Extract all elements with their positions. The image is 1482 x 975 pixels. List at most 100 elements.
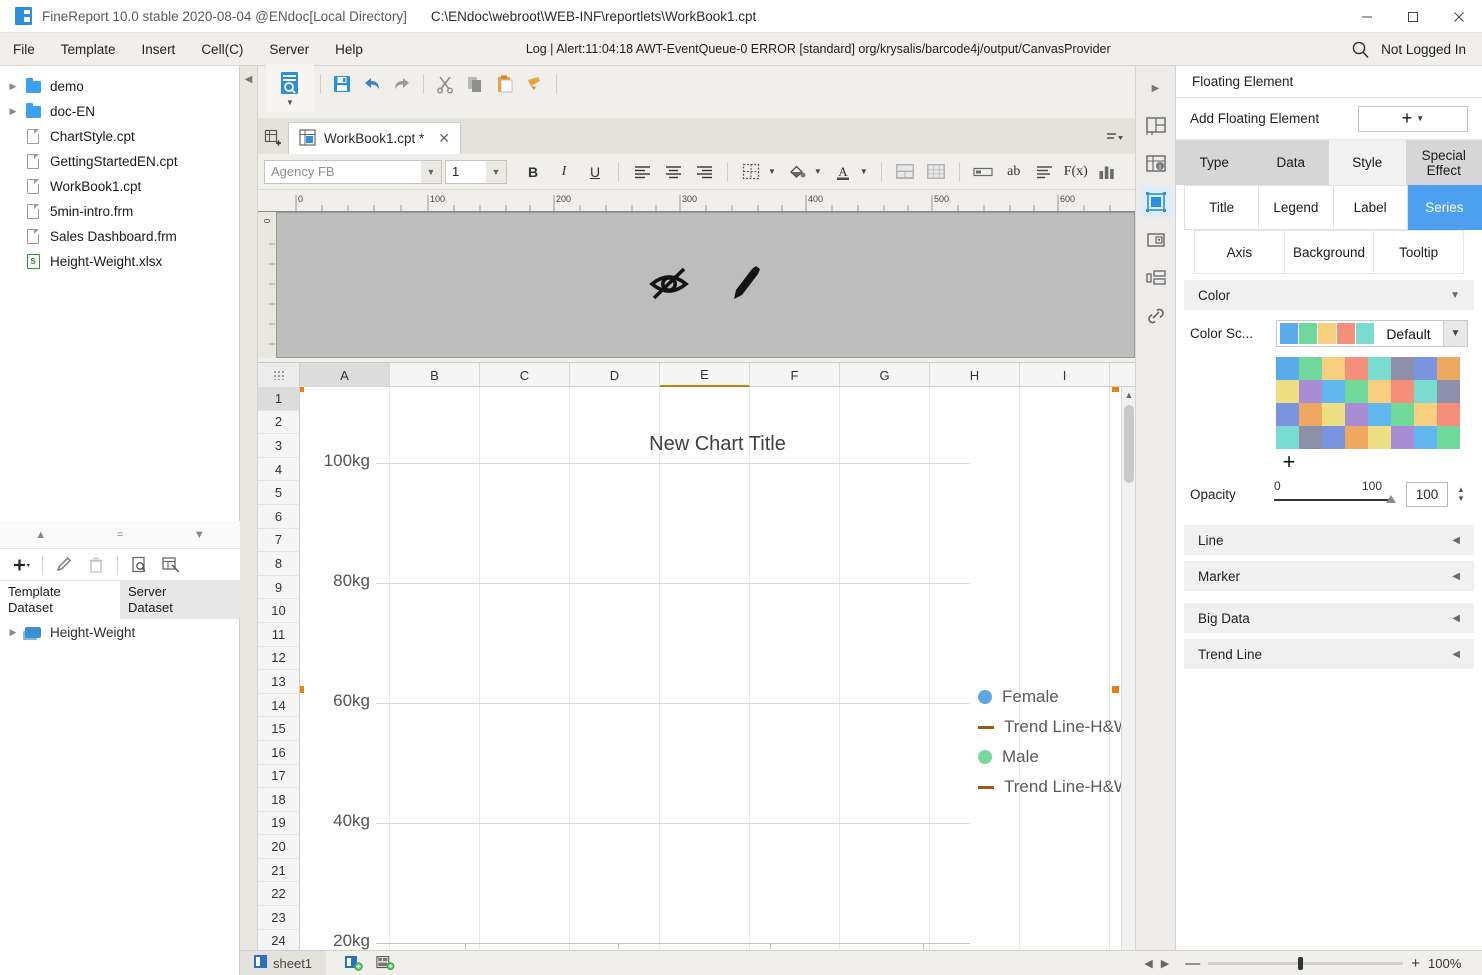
chart[interactable]: New Chart Title 100kg 80kg 60kg 40kg 20k… <box>300 387 1135 975</box>
tree-item-workbook1[interactable]: WorkBook1.cpt <box>0 174 239 199</box>
chevron-left-icon[interactable]: ◀ <box>1452 535 1460 546</box>
row-header[interactable]: 19 <box>258 812 299 836</box>
column-header-a[interactable]: A <box>300 363 390 387</box>
column-header-b[interactable]: B <box>390 363 480 387</box>
menu-insert[interactable]: Insert <box>129 33 189 66</box>
tab-label[interactable]: Label <box>1333 185 1408 230</box>
left-collapse-strip[interactable]: ◀ <box>240 66 258 975</box>
insert-textbox-icon[interactable] <box>969 159 997 185</box>
palette-swatch[interactable] <box>1391 357 1414 380</box>
nav-next-icon[interactable]: ▶ <box>1161 957 1169 970</box>
zoom-out-button[interactable]: — <box>1185 955 1200 972</box>
column-header-f[interactable]: F <box>750 363 840 387</box>
section-marker-header[interactable]: Marker ◀ <box>1184 561 1474 591</box>
preview-dataset-button[interactable] <box>124 551 154 579</box>
split-cells-icon[interactable] <box>922 159 950 185</box>
tree-item-demo[interactable]: ▶ demo <box>0 74 239 99</box>
search-icon[interactable] <box>1349 39 1371 61</box>
copy-icon[interactable] <box>460 69 490 99</box>
hyperlink-icon[interactable] <box>1140 300 1172 332</box>
undo-icon[interactable] <box>357 69 387 99</box>
legend-item-female[interactable]: Female <box>978 682 1130 712</box>
tree-item-chartstyle[interactable]: ChartStyle.cpt <box>0 124 239 149</box>
add-floating-element-button[interactable]: + ▼ <box>1358 105 1468 132</box>
align-right-icon[interactable] <box>690 159 718 185</box>
palette-swatch[interactable] <box>1276 426 1299 449</box>
sheet-tab-sheet1[interactable]: sheet1 <box>240 950 327 975</box>
paste-icon[interactable] <box>490 69 520 99</box>
chevron-right-icon[interactable]: ▶ <box>4 81 22 92</box>
row-header[interactable]: 1 <box>258 387 299 411</box>
cell-element-icon[interactable]: i <box>1140 148 1172 180</box>
row-header[interactable]: 23 <box>258 906 299 930</box>
pencil-edit-icon[interactable] <box>726 263 766 308</box>
tree-item-sales-dashboard[interactable]: Sales Dashboard.frm <box>0 224 239 249</box>
minimize-button[interactable] <box>1344 0 1390 33</box>
tree-item-gettingstarted[interactable]: GettingStartedEN.cpt <box>0 149 239 174</box>
font-color-icon[interactable]: A <box>829 159 857 185</box>
add-dashboard-sheet-icon[interactable] <box>376 954 396 972</box>
palette-swatch[interactable] <box>1299 380 1322 403</box>
bold-button[interactable]: B <box>519 159 547 185</box>
tab-style[interactable]: Style <box>1329 140 1406 185</box>
tab-series[interactable]: Series <box>1407 185 1482 230</box>
menu-cell[interactable]: Cell(C) <box>188 33 256 66</box>
palette-swatch[interactable] <box>1414 357 1437 380</box>
palette-swatch[interactable] <box>1437 357 1460 380</box>
color-scheme-select[interactable]: Default ▼ <box>1276 320 1468 347</box>
delete-dataset-button[interactable] <box>81 551 111 579</box>
row-header[interactable]: 18 <box>258 788 299 812</box>
preview-button[interactable]: ▼ <box>266 63 314 112</box>
column-header-d[interactable]: D <box>570 363 660 387</box>
dataset-item-height-weight[interactable]: ▶ Height-Weight <box>0 619 240 645</box>
tab-background[interactable]: Background <box>1284 230 1375 274</box>
chevron-left-icon[interactable]: ◀ <box>1452 613 1460 624</box>
ab-format-button[interactable]: ab <box>1000 159 1028 185</box>
cut-icon[interactable] <box>430 69 460 99</box>
tab-type[interactable]: Type <box>1176 140 1253 185</box>
tab-axis[interactable]: Axis <box>1194 230 1285 274</box>
formula-button[interactable]: F(x) <box>1062 159 1090 185</box>
palette-swatch[interactable] <box>1322 426 1345 449</box>
row-header[interactable]: 8 <box>258 552 299 576</box>
row-header[interactable]: 3 <box>258 434 299 458</box>
zoom-in-button[interactable]: + <box>1411 955 1420 972</box>
row-header[interactable]: 11 <box>258 623 299 647</box>
opacity-input[interactable]: 100 <box>1406 481 1448 507</box>
palette-swatch[interactable] <box>1276 403 1299 426</box>
color-palette-grid[interactable] <box>1276 357 1482 449</box>
selection-handle[interactable] <box>300 387 304 392</box>
row-header[interactable]: 22 <box>258 882 299 907</box>
nav-prev-icon[interactable]: ◀ <box>1144 957 1152 970</box>
tab-server-dataset[interactable]: Server Dataset <box>120 581 240 619</box>
palette-swatch[interactable] <box>1322 380 1345 403</box>
palette-swatch[interactable] <box>1345 380 1368 403</box>
palette-swatch[interactable] <box>1414 380 1437 403</box>
row-header[interactable]: 16 <box>258 741 299 765</box>
scroll-up-icon[interactable]: ▲ <box>1122 387 1136 403</box>
column-header-i[interactable]: I <box>1020 363 1110 387</box>
tree-item-doc-en[interactable]: ▶ doc-EN <box>0 99 239 124</box>
selection-handle[interactable] <box>300 686 304 693</box>
close-icon[interactable]: ✕ <box>438 130 450 147</box>
palette-swatch[interactable] <box>1276 357 1299 380</box>
chevron-down-icon[interactable]: ▼ <box>1416 114 1424 123</box>
tree-item-height-weight-xlsx[interactable]: S Height-Weight.xlsx <box>0 249 239 274</box>
palette-swatch[interactable] <box>1345 426 1368 449</box>
palette-swatch[interactable] <box>1437 403 1460 426</box>
section-trend-line-header[interactable]: Trend Line ◀ <box>1184 639 1474 669</box>
row-header[interactable]: 10 <box>258 599 299 623</box>
selection-handle[interactable] <box>1112 387 1119 392</box>
section-color-header[interactable]: Color ▼ <box>1184 280 1474 310</box>
palette-swatch[interactable] <box>1368 426 1391 449</box>
palette-swatch[interactable] <box>1322 403 1345 426</box>
palette-swatch[interactable] <box>1322 357 1345 380</box>
row-header[interactable]: 4 <box>258 458 299 482</box>
floating-element-icon[interactable] <box>1139 186 1172 218</box>
menu-template[interactable]: Template <box>48 33 129 66</box>
tab-legend[interactable]: Legend <box>1259 185 1334 230</box>
edit-dataset-button[interactable] <box>49 551 79 579</box>
row-header[interactable]: 14 <box>258 694 299 718</box>
collapse-up-icon[interactable]: ▲ <box>35 529 46 541</box>
palette-swatch[interactable] <box>1345 403 1368 426</box>
